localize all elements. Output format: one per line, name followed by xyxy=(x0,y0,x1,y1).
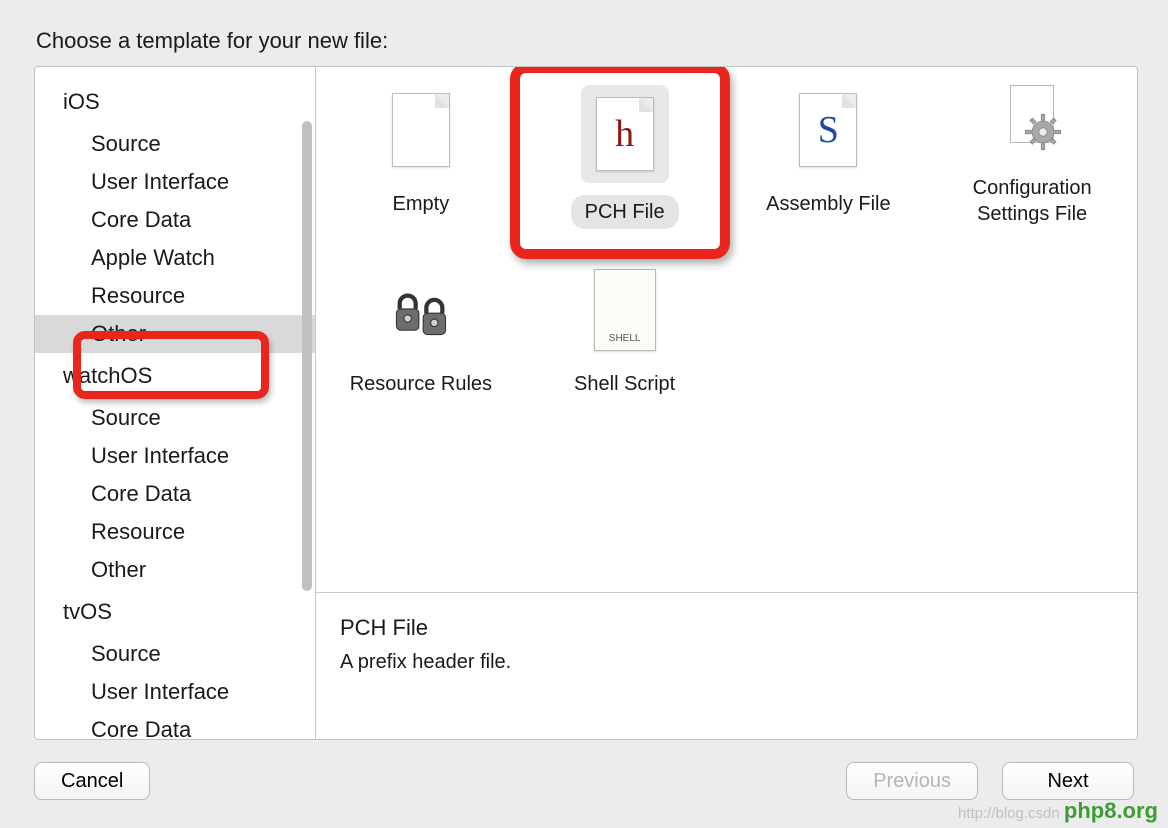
template-right-pane: Empty h PCH File S Assembly File xyxy=(316,67,1137,739)
shell-script-icon: SHELL xyxy=(585,265,665,355)
sidebar-section-watchos[interactable]: watchOS xyxy=(35,353,315,399)
sidebar-item-ios-other[interactable]: Other xyxy=(35,315,315,353)
previous-button[interactable]: Previous xyxy=(846,762,978,800)
template-prompt: Choose a template for your new file: xyxy=(36,28,1134,54)
template-empty[interactable]: Empty xyxy=(322,85,520,255)
template-pch-file-label: PCH File xyxy=(571,195,679,229)
watermark: http://blog.csdn php8.org xyxy=(958,798,1158,824)
sidebar-item-ios-source[interactable]: Source xyxy=(35,125,315,163)
template-description-body: A prefix header file. xyxy=(340,651,1113,674)
watermark-faint: http://blog.csdn xyxy=(958,805,1060,822)
sidebar-item-watchos-user-interface[interactable]: User Interface xyxy=(35,437,315,475)
gear-icon xyxy=(1000,85,1064,159)
template-description-title: PCH File xyxy=(340,615,1113,641)
sidebar-section-ios[interactable]: iOS xyxy=(35,79,315,125)
sidebar-item-ios-resource[interactable]: Resource xyxy=(35,277,315,315)
template-assembly-file-label: Assembly File xyxy=(752,187,904,221)
template-resource-rules-label: Resource Rules xyxy=(336,367,506,401)
template-assembly-file[interactable]: S Assembly File xyxy=(730,85,928,255)
watermark-brand: php8.org xyxy=(1064,798,1158,823)
next-button[interactable]: Next xyxy=(1002,762,1134,800)
sidebar-item-watchos-core-data[interactable]: Core Data xyxy=(35,475,315,513)
template-shell-script[interactable]: SHELL Shell Script xyxy=(526,265,724,435)
cancel-button[interactable]: Cancel xyxy=(34,762,150,800)
sidebar-item-tvos-core-data[interactable]: Core Data xyxy=(35,711,315,739)
sidebar-item-watchos-resource[interactable]: Resource xyxy=(35,513,315,551)
template-description: PCH File A prefix header file. xyxy=(316,592,1137,739)
template-pch-file[interactable]: h PCH File xyxy=(526,85,724,255)
sidebar-item-tvos-source[interactable]: Source xyxy=(35,635,315,673)
template-shell-script-label: Shell Script xyxy=(560,367,689,401)
template-resource-rules[interactable]: Resource Rules xyxy=(322,265,520,435)
sidebar-item-watchos-other[interactable]: Other xyxy=(35,551,315,589)
template-config-settings[interactable]: Configuration Settings File xyxy=(933,85,1131,255)
sidebar-scrollbar[interactable] xyxy=(302,121,312,591)
empty-file-icon xyxy=(381,85,461,175)
template-grid: Empty h PCH File S Assembly File xyxy=(316,67,1137,592)
template-empty-label: Empty xyxy=(379,187,464,221)
sidebar-section-tvos[interactable]: tvOS xyxy=(35,589,315,635)
sidebar-item-ios-core-data[interactable]: Core Data xyxy=(35,201,315,239)
sidebar: iOS Source User Interface Core Data Appl… xyxy=(35,67,316,739)
pch-file-icon: h xyxy=(581,85,669,183)
sidebar-item-tvos-user-interface[interactable]: User Interface xyxy=(35,673,315,711)
sidebar-item-ios-apple-watch[interactable]: Apple Watch xyxy=(35,239,315,277)
assembly-file-icon: S xyxy=(788,85,868,175)
sidebar-item-watchos-source[interactable]: Source xyxy=(35,399,315,437)
padlock-icon xyxy=(381,265,461,355)
sidebar-item-ios-user-interface[interactable]: User Interface xyxy=(35,163,315,201)
template-config-settings-label: Configuration Settings File xyxy=(933,171,1131,231)
template-panel: iOS Source User Interface Core Data Appl… xyxy=(34,66,1138,740)
